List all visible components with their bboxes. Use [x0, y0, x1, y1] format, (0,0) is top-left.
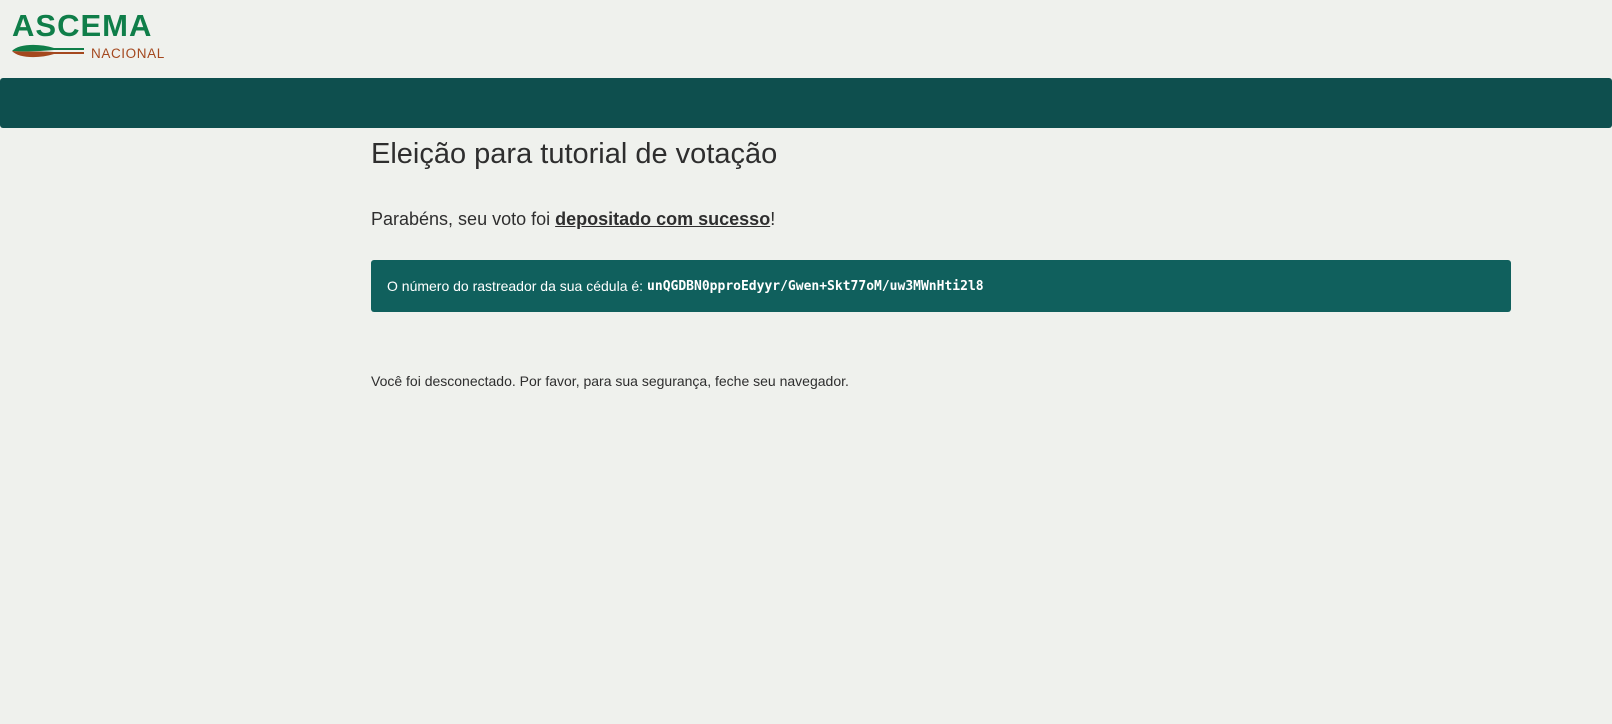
tracker-label: O número do rastreador da sua cédula é: [387, 278, 644, 294]
ascema-logo[interactable]: ASCEMA NACIONAL [12, 10, 172, 64]
nav-bar [0, 78, 1612, 128]
logo-wordmark: ASCEMA [12, 8, 153, 43]
success-prefix: Parabéns, seu voto foi [371, 209, 556, 229]
tracker-code: unQGDBN0pproEdyyr/Gwen+Skt77oM/uw3MWnHti… [647, 278, 984, 294]
success-suffix: ! [770, 209, 776, 229]
site-header: ASCEMA NACIONAL [0, 0, 1612, 78]
paddle-icon [12, 44, 84, 58]
logout-note: Você foi desconectado. Por favor, para s… [371, 373, 849, 389]
page-title: Eleição para tutorial de votação [371, 138, 778, 170]
vote-success-message: Parabéns, seu voto foi depositado com su… [371, 207, 775, 231]
ballot-tracker-alert: O número do rastreador da sua cédula é: … [371, 260, 1511, 312]
logo-subtitle: NACIONAL [91, 46, 165, 61]
deposit-success-link[interactable]: depositado com sucesso [555, 209, 770, 229]
